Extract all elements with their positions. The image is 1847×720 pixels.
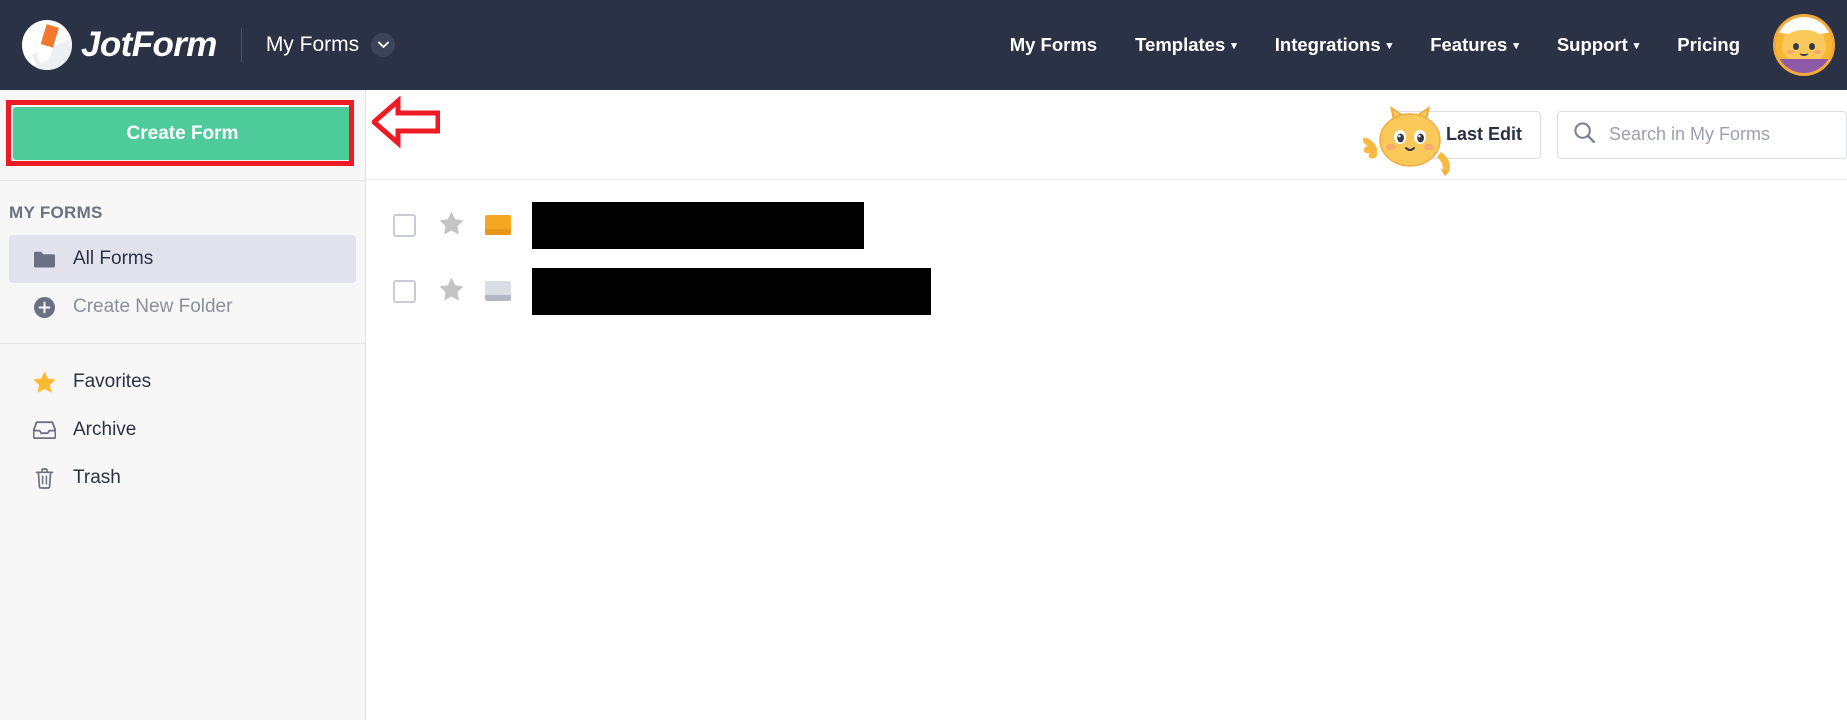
nav-item-support[interactable]: Support ▾ — [1538, 34, 1658, 56]
form-type-icon — [485, 281, 511, 301]
form-title-redacted — [532, 267, 931, 315]
table-row[interactable] — [366, 258, 1847, 324]
star-icon[interactable] — [439, 277, 464, 306]
create-form-area: Create Form — [0, 90, 365, 180]
top-navigation-bar: JotForm My Forms My Forms Templates ▾ In… — [0, 0, 1847, 90]
chevron-down-icon: ▾ — [1231, 39, 1237, 52]
search-input[interactable] — [1609, 124, 1830, 145]
main-navigation: My Forms Templates ▾ Integrations ▾ Feat… — [991, 14, 1847, 76]
sidebar-divider — [0, 343, 365, 344]
chevron-down-icon[interactable] — [371, 33, 396, 57]
folder-icon — [32, 251, 56, 268]
sidebar-section-label: MY FORMS — [9, 203, 103, 222]
star-icon[interactable] — [439, 211, 464, 240]
brand-area: JotForm My Forms — [0, 20, 396, 70]
chevron-down-icon: ▾ — [1633, 39, 1640, 52]
chevron-down-icon: ▾ — [1513, 39, 1519, 52]
table-row[interactable] — [366, 192, 1847, 258]
jotform-logo-text[interactable]: JotForm — [81, 25, 217, 65]
nav-label: My Forms — [1009, 34, 1098, 55]
main-content: Last Edit — [366, 90, 1847, 720]
user-avatar-cat-icon[interactable] — [1773, 14, 1835, 76]
nav-item-templates[interactable]: Templates ▾ — [1116, 34, 1256, 56]
nav-label: Support — [1556, 34, 1628, 55]
star-icon — [32, 371, 56, 393]
nav-item-features[interactable]: Features ▾ — [1411, 34, 1538, 56]
brand-divider — [240, 28, 242, 62]
sidebar-item-label: Create New Folder — [73, 296, 233, 317]
sidebar-item-archive[interactable]: Archive — [9, 406, 356, 454]
nav-label: Features — [1430, 34, 1508, 55]
sidebar-item-label: Archive — [73, 419, 137, 440]
nav-label: Integrations — [1274, 34, 1381, 55]
nav-item-my-forms[interactable]: My Forms — [991, 34, 1116, 56]
sidebar-item-label: Favorites — [73, 371, 152, 392]
sidebar-item-label: Trash — [73, 467, 121, 488]
sidebar: Create Form MY FORMS All Forms Create Ne… — [0, 90, 366, 720]
sidebar-item-create-new-folder[interactable]: Create New Folder — [9, 283, 356, 331]
nav-label: Templates — [1135, 34, 1226, 55]
plus-circle-icon — [32, 296, 56, 318]
create-form-button[interactable]: Create Form — [13, 107, 352, 160]
row-checkbox[interactable] — [393, 213, 416, 237]
sidebar-item-all-forms[interactable]: All Forms — [9, 235, 356, 283]
jotform-pencil-logo-icon[interactable] — [22, 20, 72, 70]
avatar-eye-right — [1809, 43, 1815, 50]
workspace-switcher-label: My Forms — [265, 33, 360, 56]
forms-list — [366, 180, 1847, 324]
archive-icon — [32, 421, 56, 439]
sidebar-item-label: All Forms — [73, 248, 154, 269]
search-icon — [1574, 121, 1596, 148]
search-forms-box[interactable] — [1557, 110, 1847, 159]
form-type-icon — [485, 215, 511, 235]
waving-cat-mascot-icon — [1357, 94, 1457, 180]
sort-button-label: Last Edit — [1445, 124, 1522, 144]
sidebar-item-favorites[interactable]: Favorites — [9, 358, 356, 406]
avatar-blush-right — [1814, 50, 1821, 54]
workspace-switcher[interactable]: My Forms — [265, 33, 396, 57]
row-checkbox[interactable] — [393, 279, 416, 303]
avatar-body — [1776, 59, 1832, 73]
sidebar-item-trash[interactable]: Trash — [9, 454, 356, 502]
avatar-mouth — [1799, 50, 1809, 56]
avatar-blush-left — [1787, 50, 1794, 54]
trash-icon — [32, 467, 56, 489]
nav-label: Pricing — [1677, 34, 1740, 55]
form-title-redacted — [532, 201, 864, 249]
chevron-down-icon: ▾ — [1386, 39, 1393, 52]
avatar-eye-left — [1793, 43, 1799, 50]
nav-item-pricing[interactable]: Pricing — [1658, 34, 1759, 56]
nav-item-integrations[interactable]: Integrations ▾ — [1256, 34, 1411, 56]
red-arrow-annotation-icon — [370, 95, 441, 149]
forms-toolbar: Last Edit — [366, 90, 1847, 180]
